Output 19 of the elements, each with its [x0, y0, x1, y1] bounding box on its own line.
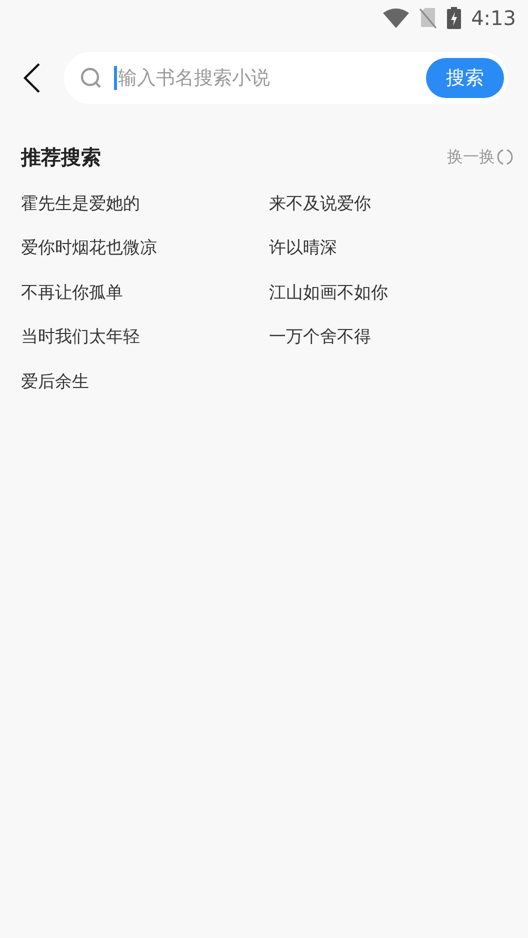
- suggestion-link[interactable]: 来不及说爱你: [269, 192, 371, 217]
- no-sim-icon: [419, 7, 438, 29]
- suggestion-link[interactable]: 爱你时烟花也微凉: [21, 236, 157, 262]
- search-icon: [80, 67, 102, 89]
- suggestion-link[interactable]: 霍先生是爱她的: [21, 192, 140, 217]
- status-time: 4:13: [471, 5, 516, 32]
- suggestion-link[interactable]: 江山如画不如你: [269, 280, 388, 306]
- suggestion-link[interactable]: 一万个舍不得: [269, 325, 371, 350]
- wifi-icon: [383, 8, 410, 28]
- back-icon: [23, 63, 41, 93]
- section-title: 推荐搜索: [21, 144, 101, 171]
- text-cursor: [114, 66, 117, 90]
- suggestion-link[interactable]: 许以晴深: [269, 236, 337, 262]
- search-input: 输入书名搜索小说: [118, 64, 426, 92]
- battery-charging-icon: [447, 7, 462, 29]
- refresh-icon: [497, 148, 513, 166]
- suggestion-link[interactable]: 不再让你孤单: [21, 280, 123, 306]
- suggestion-link[interactable]: 当时我们太年轻: [21, 325, 140, 350]
- suggestion-link[interactable]: 爱后余生: [21, 370, 89, 395]
